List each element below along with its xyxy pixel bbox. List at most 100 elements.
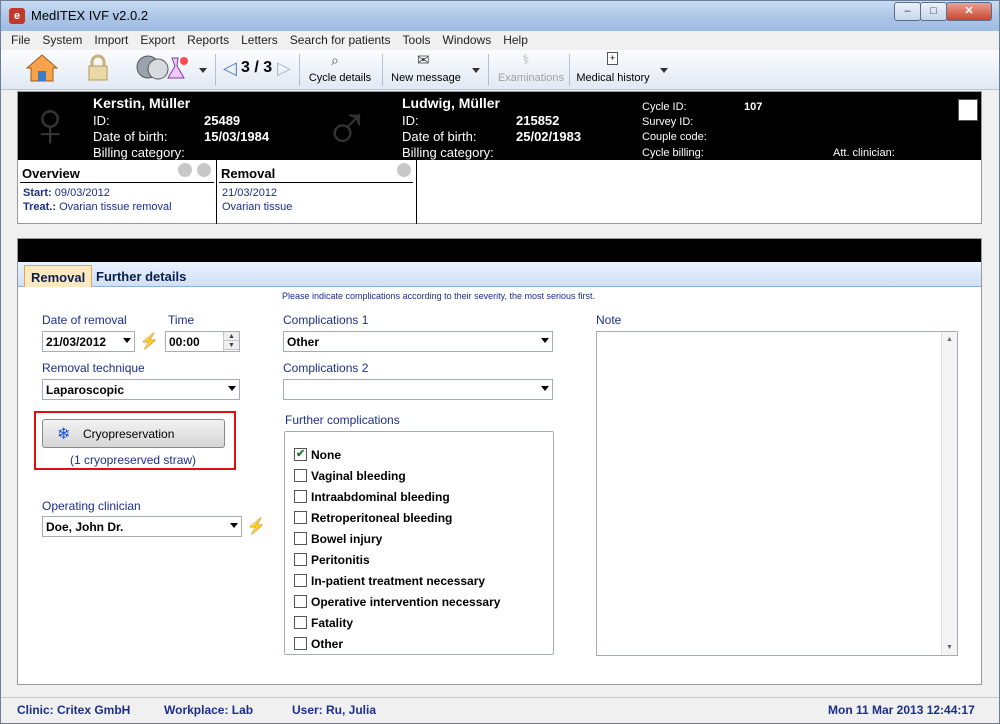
menu-letters[interactable]: Letters — [235, 31, 284, 47]
date-of-removal-field[interactable]: 21/03/2012 — [42, 331, 135, 352]
app-logo-icon: e — [9, 8, 25, 24]
main-window: e MedITEX IVF v2.0.2 – □ ✕ File System Imp… — [0, 0, 1000, 724]
status-dot-icon — [178, 163, 192, 177]
tab-further-details[interactable]: Further details — [90, 265, 192, 287]
note-textarea[interactable]: ▲ ▼ — [596, 331, 958, 656]
toolbar-separator — [569, 54, 570, 86]
home-button[interactable] — [23, 52, 61, 88]
checkbox[interactable] — [294, 469, 307, 482]
checkbox[interactable] — [294, 532, 307, 545]
patients-lab-button[interactable] — [131, 52, 193, 88]
checkbox[interactable] — [294, 616, 307, 629]
menu-export[interactable]: Export — [134, 31, 181, 47]
patient-panel: ♀ Kerstin, Müller ID: 25489 Date of birt… — [17, 91, 982, 224]
scroll-down-icon[interactable]: ▼ — [946, 644, 953, 651]
cryopreservation-button[interactable]: ❄ Cryopreservation — [42, 419, 225, 448]
medical-history-dropdown-icon[interactable] — [657, 52, 671, 88]
cycle-details-button[interactable]: ⌕ Cycle details — [305, 52, 375, 88]
previous-cycle-icon[interactable]: ◁ — [223, 58, 237, 79]
checkbox-label: In-patient treatment necessary — [311, 574, 486, 588]
checkbox-label: None — [311, 448, 341, 462]
operating-clinician-select[interactable]: Doe, John Dr. — [42, 516, 242, 537]
examinations-label: Examinations — [497, 72, 565, 84]
cycle-counter: 3 / 3 — [241, 59, 273, 76]
tab-bar: Removal Further details — [18, 262, 981, 287]
checkbox-label: Other — [311, 637, 344, 651]
status-user: User: Ru, Julia — [292, 703, 377, 717]
time-value: 00:00 — [169, 335, 200, 349]
cycle-id-label: Cycle ID: — [642, 101, 687, 113]
date-of-removal-value: 21/03/2012 — [46, 335, 107, 349]
new-message-dropdown-icon[interactable] — [469, 52, 483, 88]
chevron-down-icon — [541, 386, 549, 391]
checkbox[interactable] — [294, 490, 307, 503]
checkbox-label: Fatality — [311, 616, 354, 630]
section-header-band — [18, 239, 981, 262]
lock-button[interactable] — [83, 52, 113, 88]
scroll-up-icon[interactable]: ▲ — [946, 336, 953, 343]
further-complications-list: None Vaginal bleeding Intraabdominal ble… — [284, 431, 554, 655]
complications-2-select[interactable] — [283, 379, 553, 400]
female-symbol-icon: ♀ — [26, 88, 74, 160]
checkbox-label: Operative intervention necessary — [311, 595, 501, 609]
checkbox[interactable] — [294, 511, 307, 524]
cryopreservation-label: Cryopreservation — [83, 427, 175, 441]
spin-down-icon[interactable]: ▼ — [224, 341, 239, 350]
removal-card[interactable]: Removal 21/03/2012 Ovarian tissue — [217, 160, 417, 224]
spin-up-icon[interactable]: ▲ — [224, 332, 239, 341]
envelope-icon: ✉ — [417, 52, 430, 69]
menu-bar: File System Import Export Reports Letters Sear… — [1, 31, 999, 50]
cycle-id: 107 — [744, 101, 763, 113]
patient-header: ♀ Kerstin, Müller ID: 25489 Date of birt… — [18, 92, 981, 160]
status-dot-icon — [397, 163, 411, 177]
examinations-button[interactable]: ⚕ Examinations — [494, 51, 568, 88]
checkbox[interactable] — [294, 574, 307, 587]
checkbox-label: Intraabdominal bleeding — [311, 490, 450, 504]
divider — [219, 182, 413, 183]
menu-tools[interactable]: Tools — [397, 31, 437, 47]
operating-clinician-value: Doe, John Dr. — [46, 520, 124, 534]
complications-1-select[interactable]: Other — [283, 331, 553, 352]
time-field[interactable]: 00:00 ▲ ▼ — [165, 331, 240, 352]
home-icon — [25, 54, 59, 82]
divider — [20, 182, 214, 183]
overview-card[interactable]: Overview Start: 09/03/2012 Treat.: Ovari… — [18, 160, 217, 224]
complications-hint: Please indicate complications according … — [282, 291, 595, 301]
menu-file[interactable]: File — [1, 31, 36, 47]
status-clinic: Clinic: Critex GmbH — [17, 703, 131, 717]
note-scrollbar[interactable]: ▲ ▼ — [941, 332, 957, 655]
next-cycle-icon[interactable]: ▷ — [277, 58, 291, 79]
checkbox[interactable] — [294, 553, 307, 566]
time-spinner[interactable]: ▲ ▼ — [223, 332, 239, 351]
minimize-button[interactable]: – — [894, 2, 921, 21]
male-dob: 25/02/1983 — [516, 129, 582, 144]
lightning-icon[interactable]: ⚡ — [247, 517, 266, 535]
further-complications-label: Further complications — [285, 413, 400, 427]
checkbox[interactable] — [294, 637, 307, 650]
chevron-down-icon — [230, 523, 238, 528]
menu-import[interactable]: Import — [88, 31, 134, 47]
checkbox-label: Retroperitoneal bleeding — [311, 511, 453, 525]
maximize-button[interactable]: □ — [920, 2, 947, 21]
cycle-details-icon: ⌕ — [331, 52, 339, 68]
document-icon[interactable] — [958, 99, 978, 121]
overview-start: Start: 09/03/2012 — [23, 187, 110, 199]
checkbox[interactable] — [294, 447, 307, 461]
female-dob-label: Date of birth: — [93, 129, 168, 144]
menu-system[interactable]: System — [36, 31, 88, 47]
removal-technique-select[interactable]: Laparoscopic — [42, 379, 240, 400]
medical-history-button[interactable]: + Medical history — [573, 52, 653, 88]
checkbox[interactable] — [294, 595, 307, 608]
operating-clinician-label: Operating clinician — [42, 499, 141, 513]
menu-reports[interactable]: Reports — [181, 31, 235, 47]
date-of-removal-label: Date of removal — [42, 313, 127, 327]
tab-removal[interactable]: Removal — [24, 265, 93, 287]
patients-dropdown-icon[interactable] — [197, 52, 209, 88]
menu-search-patients[interactable]: Search for patients — [284, 31, 397, 47]
menu-help[interactable]: Help — [497, 31, 534, 47]
stethoscope-icon: ⚕ — [522, 51, 530, 67]
menu-windows[interactable]: Windows — [437, 31, 498, 47]
lightning-icon[interactable]: ⚡ — [140, 332, 159, 350]
close-button[interactable]: ✕ — [946, 2, 992, 21]
new-message-button[interactable]: ✉ New message — [387, 52, 465, 88]
